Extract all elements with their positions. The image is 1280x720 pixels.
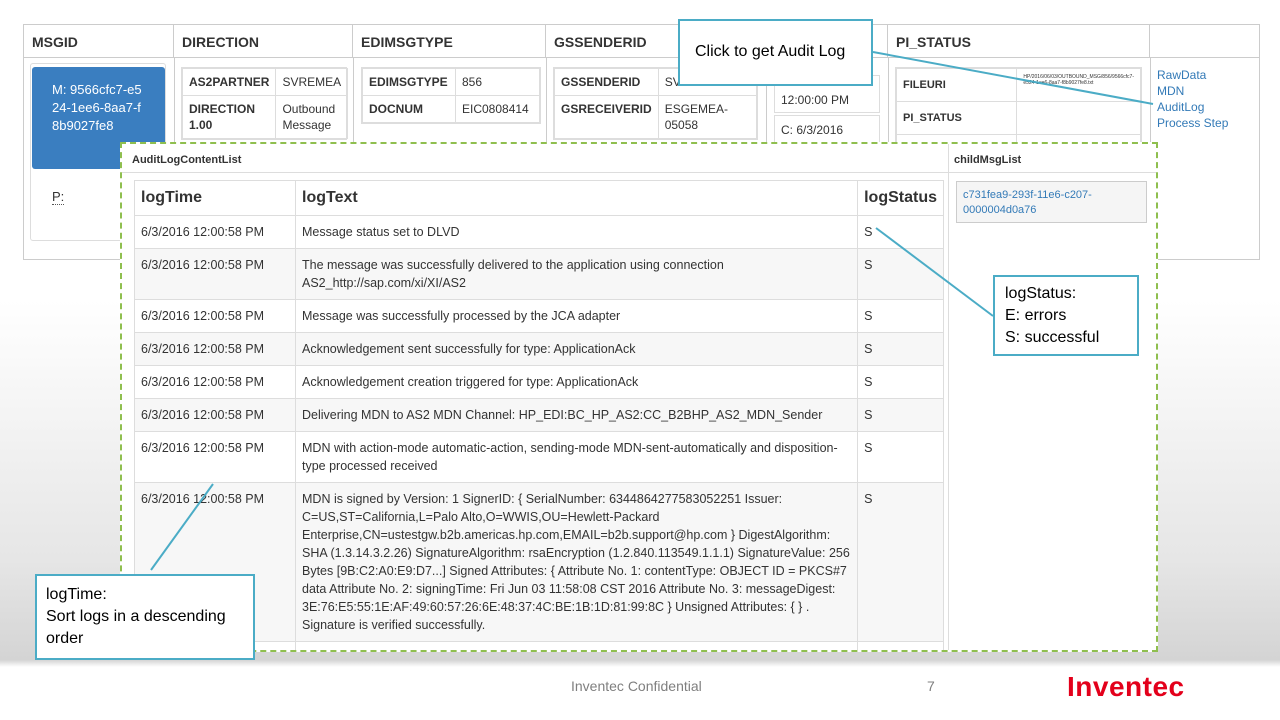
audit-callout-line <box>872 51 1154 105</box>
callout-line: E: errors <box>1005 307 1067 324</box>
page-number: 7 <box>927 678 935 694</box>
callout-line: logTime: <box>46 586 107 603</box>
confidential-label: Inventec Confidential <box>571 678 702 694</box>
callout-line: S: successful <box>1005 329 1100 346</box>
inventec-logo: Inventec <box>1067 671 1185 702</box>
callout-audit-log: Click to get Audit Log <box>678 19 873 86</box>
callout-log-status: logStatus: E: errors S: successful <box>993 275 1139 356</box>
callout-line: Sort logs in a descending <box>46 608 226 625</box>
callout-line: logStatus: <box>1005 285 1077 302</box>
time-callout-line <box>150 483 214 571</box>
callout-log-time: logTime: Sort logs in a descending order <box>35 574 255 660</box>
status-callout-line <box>875 227 994 317</box>
callout-line: order <box>46 630 84 647</box>
